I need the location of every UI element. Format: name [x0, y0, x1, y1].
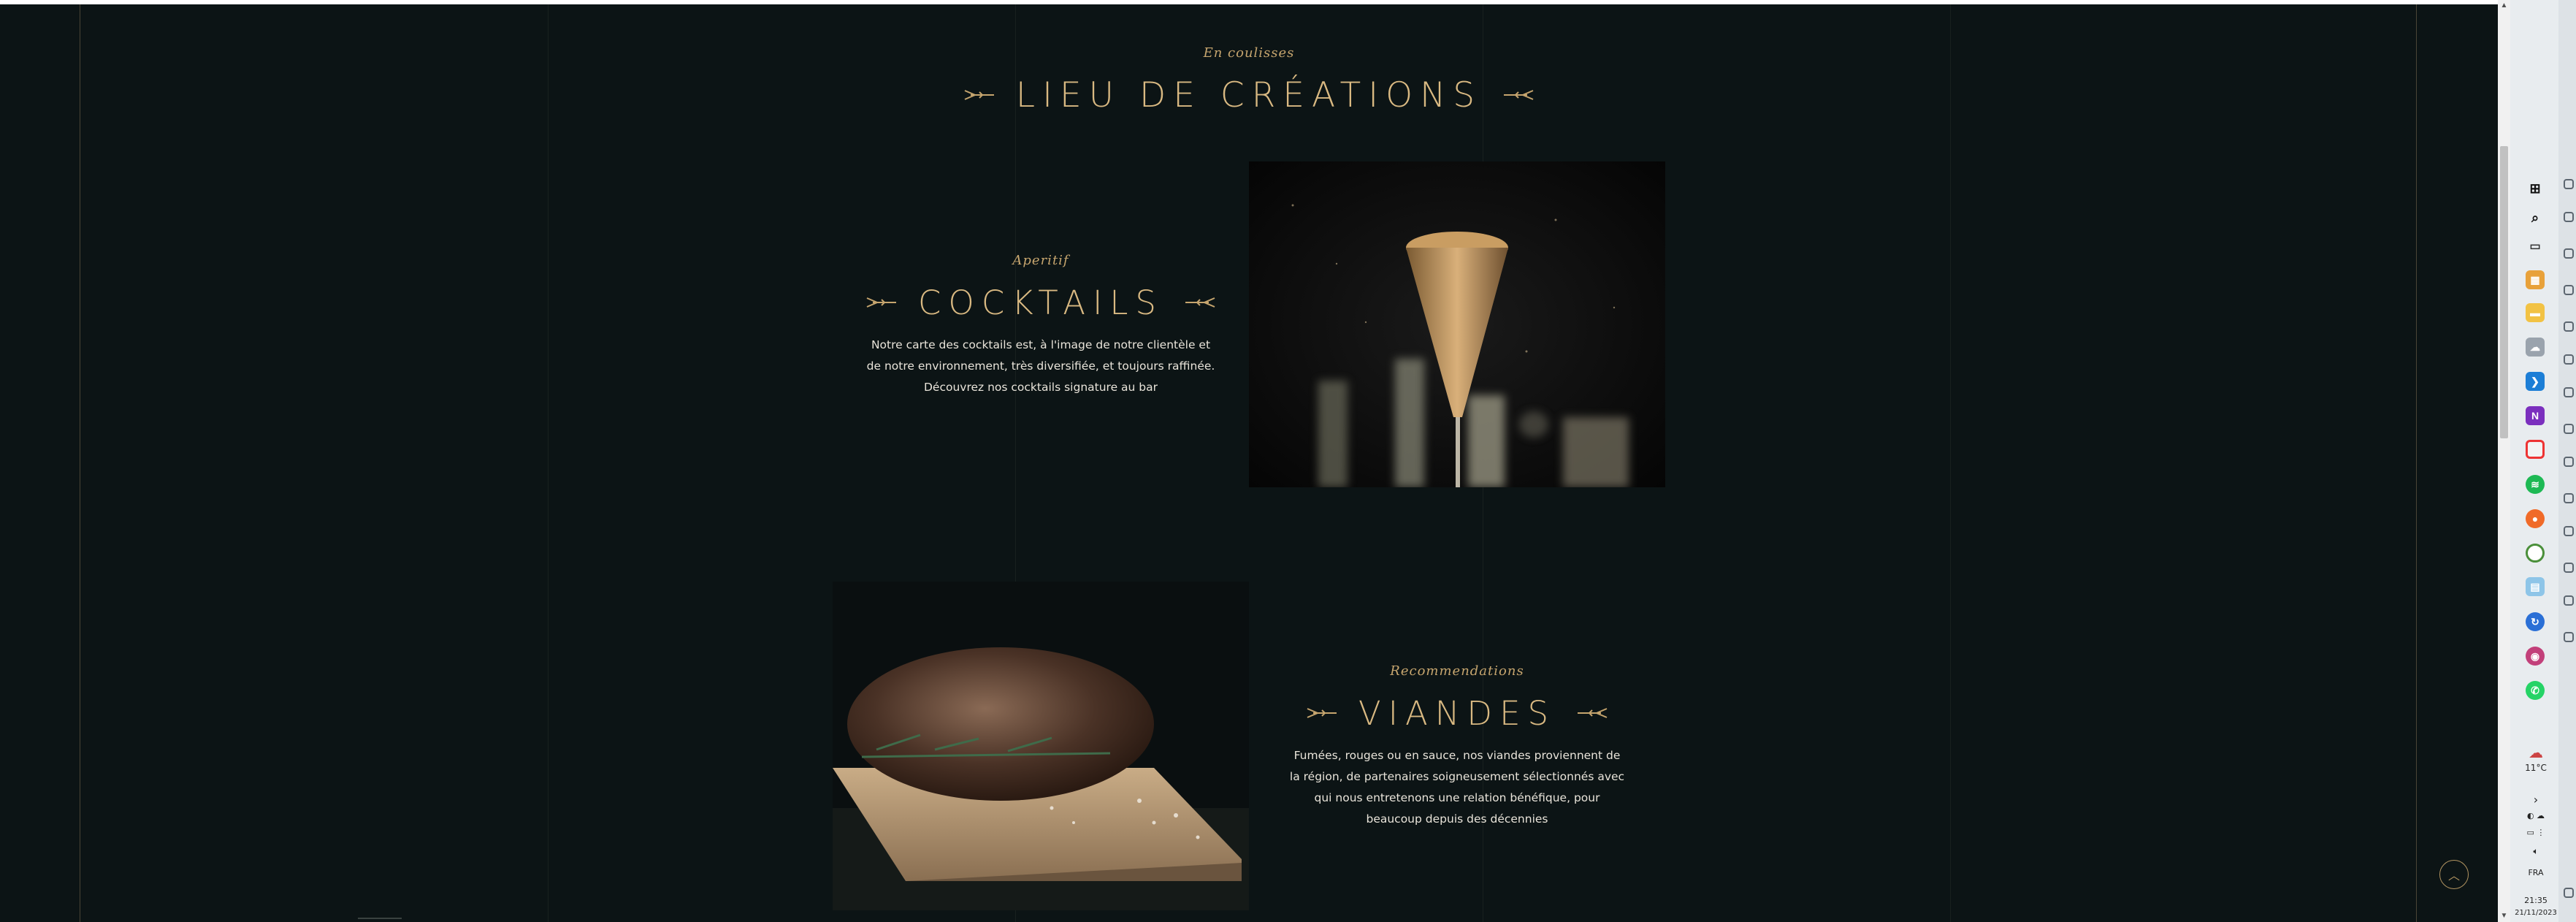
cocktails-title-row: COCKTAILS	[822, 281, 1260, 324]
ornament-right-icon	[1184, 296, 1216, 309]
webpage-content: En coulisses LIEU DE CRÉATIONS Aperitif …	[0, 4, 2498, 922]
app-icon[interactable]	[2564, 212, 2574, 222]
cocktails-title: COCKTAILS	[918, 283, 1163, 322]
windows-start-icon[interactable]: ⊞	[2526, 179, 2545, 198]
clock-time[interactable]: 21:35	[2515, 896, 2557, 905]
description-line: Découvrez nos cocktails signature au bar	[923, 381, 1158, 394]
app-icon[interactable]	[2564, 248, 2574, 259]
app-icon[interactable]	[2564, 424, 2574, 434]
volume-icon[interactable]: 🔈︎	[2515, 846, 2557, 857]
weather-icon[interactable]: ☁	[2515, 744, 2557, 761]
grid-line	[548, 4, 549, 922]
viandes-title: VIANDES	[1358, 693, 1556, 733]
description-line: beaucoup depuis des décennies	[1366, 812, 1548, 826]
scrollbar-track[interactable]	[2498, 0, 2510, 922]
weather-temperature[interactable]: 11°C	[2515, 763, 2557, 773]
viandes-title-row: VIANDES	[1274, 691, 1640, 735]
notes-app-icon[interactable]: ▤	[2526, 577, 2545, 596]
ornament-left-icon	[963, 88, 995, 102]
app-icon[interactable]	[2564, 354, 2574, 365]
grid-line	[1950, 4, 1951, 922]
app-icon[interactable]	[2564, 526, 2574, 536]
clock-date[interactable]: 21/11/2023	[2515, 909, 2557, 917]
app-icon[interactable]	[2564, 457, 2574, 467]
browser-app-icon[interactable]	[2526, 544, 2545, 563]
cocktail-image	[1249, 161, 1665, 487]
scroll-to-top-button[interactable]: ︿	[2439, 860, 2469, 889]
app-icon[interactable]	[2564, 632, 2574, 642]
audio-app-icon[interactable]: ●	[2526, 509, 2545, 528]
description-line: qui nous entretenons une relation bénéfi…	[1314, 791, 1600, 804]
section-eyebrow: En coulisses	[1203, 45, 1295, 61]
system-tray-icons[interactable]: ◐ ☁	[2515, 811, 2557, 820]
cocktails-description: Notre carte des cocktails est, à l'image…	[822, 335, 1260, 398]
input-language[interactable]: FRA	[2515, 868, 2557, 877]
scrollbar-thumb[interactable]	[2500, 146, 2508, 438]
task-view-icon[interactable]: ▭	[2526, 237, 2545, 256]
app-icon[interactable]	[2564, 563, 2574, 573]
description-line: Notre carte des cocktails est, à l'image…	[871, 338, 1211, 351]
app-icon[interactable]	[2564, 493, 2574, 503]
weather-app-icon[interactable]: ☁	[2526, 338, 2545, 357]
ornament-right-icon	[1502, 88, 1534, 102]
chat-app-icon[interactable]: ◉	[2526, 647, 2545, 666]
app-icon[interactable]	[2564, 179, 2574, 189]
calendar-app-icon[interactable]: ▦	[2526, 270, 2545, 289]
scroll-indicator	[358, 918, 402, 919]
section-title-row: LIEU DE CRÉATIONS	[884, 72, 1614, 118]
description-line: la région, de partenaires soigneusement …	[1289, 770, 1625, 783]
onenote-icon[interactable]: N	[2526, 406, 2545, 425]
whatsapp-icon[interactable]: ✆	[2526, 681, 2545, 700]
app-icon[interactable]	[2564, 321, 2574, 332]
scroll-down-arrow-icon[interactable]: ▼	[2498, 910, 2510, 922]
app-icon[interactable]	[2564, 595, 2574, 606]
ornament-left-icon	[1306, 706, 1338, 720]
cocktails-eyebrow: Aperitif	[1012, 253, 1069, 268]
app-icon[interactable]	[2564, 387, 2574, 397]
description-line: Fumées, rouges ou en sauce, nos viandes …	[1293, 749, 1621, 762]
description-line: de notre environnement, très diversifiée…	[866, 359, 1215, 373]
search-icon[interactable]: ⌕	[2526, 208, 2545, 227]
viandes-eyebrow: Recommendations	[1390, 663, 1524, 679]
chevron-up-icon: ︿	[2447, 870, 2460, 883]
network-icon[interactable]: ▭ ⋮	[2515, 828, 2557, 837]
viandes-description: Fumées, rouges ou en sauce, nos viandes …	[1238, 745, 1676, 830]
chevron-right-icon[interactable]: ›	[2515, 793, 2557, 807]
scroll-up-arrow-icon[interactable]: ▲	[2498, 0, 2510, 12]
section-title: LIEU DE CRÉATIONS	[1015, 75, 1483, 115]
vscode-icon[interactable]: ❯	[2526, 372, 2545, 391]
grid-line	[2416, 4, 2417, 922]
meat-image	[833, 582, 1249, 910]
remote-desktop-icon[interactable]: ↻	[2526, 612, 2545, 631]
chrome-icon[interactable]	[2526, 440, 2545, 459]
ornament-right-icon	[1576, 706, 1608, 720]
ornament-left-icon	[865, 296, 898, 309]
spotify-icon[interactable]: ≋	[2526, 475, 2545, 494]
app-icon[interactable]	[2564, 285, 2574, 295]
file-explorer-icon[interactable]: ▬	[2526, 303, 2545, 322]
app-icon[interactable]	[2564, 888, 2574, 898]
